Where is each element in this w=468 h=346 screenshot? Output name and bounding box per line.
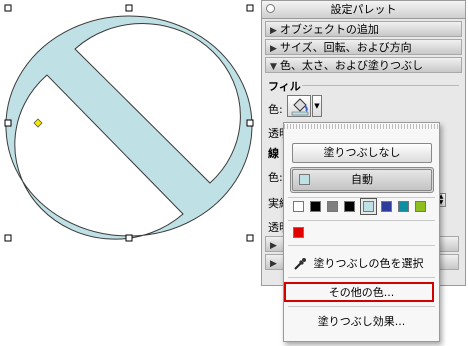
section-color-weight-fill[interactable]: ▼ 色、太さ、および塗りつぶし [265, 57, 462, 73]
fill-color-label: 色: [268, 103, 283, 116]
separator [288, 306, 435, 307]
fill-color-button[interactable] [287, 95, 311, 117]
swatch-light-blue[interactable] [363, 201, 374, 212]
section-size-rotation[interactable]: ▶ サイズ、回転、および方向 [265, 39, 462, 55]
swatch-teal[interactable] [398, 201, 409, 212]
palette-titlebar: 設定パレット [262, 1, 465, 19]
swatch-black-2[interactable] [344, 201, 355, 212]
fill-effects-item[interactable]: 塗りつぶし効果... [284, 313, 439, 331]
separator [288, 220, 435, 221]
menu-grip [284, 124, 439, 129]
swatch-black[interactable] [310, 201, 321, 212]
no-symbol-shape[interactable] [0, 0, 262, 346]
fill-color-dropdown-arrow[interactable]: ▼ [312, 95, 322, 117]
disclosure-down-icon: ▼ [270, 62, 277, 72]
pick-fill-color-item[interactable]: 塗りつぶしの色を選択 [284, 255, 439, 273]
fill-color-menu: 塗りつぶしなし 自動 塗りつぶしの色を選択 その他の色... 塗りつぶし効果..… [283, 122, 440, 342]
palette-title: 設定パレット [330, 3, 397, 16]
no-fill-button[interactable]: 塗りつぶしなし [292, 143, 432, 163]
auto-button[interactable]: 自動 [292, 169, 432, 191]
separator [288, 277, 435, 278]
pick-fill-color-label: 塗りつぶしの色を選択 [313, 257, 424, 270]
close-icon[interactable] [266, 4, 275, 13]
no-symbol-body [5, 15, 253, 240]
swatch-recent-red[interactable] [293, 227, 304, 238]
annotation-highlight-box [284, 282, 434, 302]
paint-bucket-icon [291, 98, 309, 116]
swatch-green[interactable] [415, 201, 426, 212]
line-color-label: 色: [268, 171, 283, 184]
auto-color-swatch [299, 174, 310, 185]
swatch-white[interactable] [293, 201, 304, 212]
disclosure-right-icon: ▶ [270, 26, 277, 36]
disclosure-right-icon: ▶ [270, 44, 277, 54]
adjust-handle [33, 118, 43, 128]
fill-group-label: フィル [268, 78, 465, 94]
line-group-label: 線 [268, 147, 279, 160]
eyedropper-icon [294, 258, 306, 270]
separator [288, 245, 435, 246]
swatch-gray[interactable] [327, 201, 338, 212]
section-add-objects[interactable]: ▶ オブジェクトの追加 [265, 21, 462, 37]
swatch-navy[interactable] [381, 201, 392, 212]
auto-label: 自動 [351, 173, 373, 186]
